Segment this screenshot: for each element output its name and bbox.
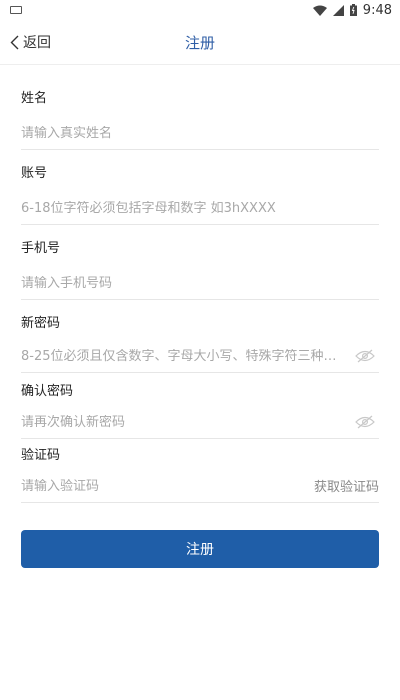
account-field: 账号 <box>21 154 379 229</box>
verification-input-row: 获取验证码 <box>21 470 379 503</box>
signal-icon <box>332 4 344 16</box>
account-input[interactable] <box>21 200 379 216</box>
status-time: 9:48 <box>362 2 392 18</box>
register-button[interactable]: 注册 <box>21 530 379 568</box>
get-code-button[interactable]: 获取验证码 <box>314 476 379 495</box>
page-title: 注册 <box>184 33 215 52</box>
status-bar: 9:48 <box>0 0 400 20</box>
battery-icon <box>349 4 357 16</box>
confirm-password-field: 确认密码 <box>21 372 379 439</box>
name-label: 姓名 <box>21 91 48 106</box>
name-input-row <box>21 117 379 150</box>
account-input-row <box>21 192 379 225</box>
phone-label: 手机号 <box>21 241 61 256</box>
confirm-password-input-row <box>21 406 379 439</box>
new-password-label: 新密码 <box>21 316 61 331</box>
status-icons: 9:48 <box>312 2 392 18</box>
phone-input[interactable] <box>21 275 379 291</box>
register-form: 姓名 账号 手机号 新密码 确认密码 验证码 获取验证码 <box>0 65 400 506</box>
header: 返回 注册 <box>0 20 400 65</box>
phone-field: 手机号 <box>21 229 379 304</box>
phone-input-row <box>21 267 379 300</box>
wifi-icon <box>312 5 327 16</box>
new-password-field: 新密码 <box>21 304 379 373</box>
eye-off-icon[interactable] <box>355 349 375 363</box>
verification-field: 验证码 获取验证码 <box>21 436 379 506</box>
back-button[interactable]: 返回 <box>10 20 51 64</box>
confirm-password-input[interactable] <box>21 414 379 430</box>
eye-off-icon[interactable] <box>355 415 375 429</box>
back-label: 返回 <box>23 35 51 51</box>
verification-label: 验证码 <box>21 448 61 463</box>
new-password-input[interactable] <box>21 348 379 364</box>
chevron-left-icon <box>10 35 19 49</box>
keyboard-icon <box>10 6 22 14</box>
name-field: 姓名 <box>21 79 379 154</box>
new-password-input-row <box>21 340 379 373</box>
account-label: 账号 <box>21 166 48 181</box>
confirm-password-label: 确认密码 <box>21 384 74 399</box>
name-input[interactable] <box>21 125 379 141</box>
